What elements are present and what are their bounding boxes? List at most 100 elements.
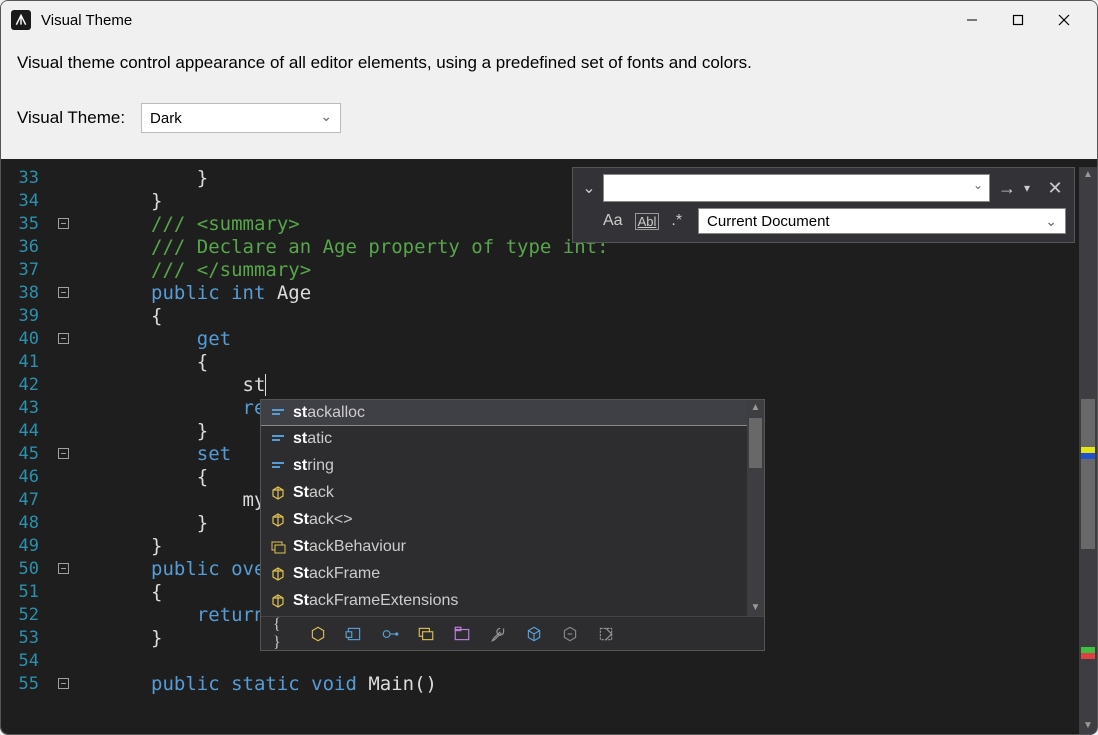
maximize-button[interactable] [995, 5, 1041, 35]
fold-toggle-icon[interactable] [58, 448, 69, 459]
regex-toggle[interactable]: .* [671, 212, 682, 230]
intellisense-item-label: stackalloc [293, 404, 365, 422]
keyword-icon [270, 405, 286, 421]
intellisense-popup: stackalloc staticstringStackStack<>StackB… [260, 399, 765, 651]
app-icon [11, 10, 31, 30]
intellisense-item[interactable]: string [261, 452, 764, 479]
code-line[interactable]: 55public static void Main() [1, 673, 1097, 696]
code-text[interactable]: { [151, 581, 162, 604]
editor-scroll-thumb[interactable] [1081, 399, 1095, 549]
scroll-up-arrow-icon[interactable]: ▲ [1079, 167, 1097, 183]
code-text[interactable]: { [151, 305, 162, 328]
line-number: 48 [1, 512, 43, 535]
search-scope-select[interactable]: Current Document [698, 208, 1066, 234]
code-text[interactable]: /// Declare an Age property of type int: [151, 236, 609, 259]
code-text[interactable]: ret [151, 397, 277, 420]
intellisense-item[interactable]: StackFrameExtensions [261, 587, 764, 614]
code-line[interactable]: 54 [1, 650, 1097, 673]
filter-interface-icon[interactable] [381, 625, 399, 643]
code-editor[interactable]: 33 }34}35/// <summary>36/// Declare an A… [1, 159, 1097, 734]
intellisense-item[interactable]: Stack<> [261, 506, 764, 533]
window-controls [949, 5, 1087, 35]
code-text[interactable]: st [151, 374, 266, 397]
code-text[interactable]: } [151, 167, 208, 190]
code-line[interactable]: 40 get [1, 328, 1097, 351]
line-number: 53 [1, 627, 43, 650]
code-text[interactable]: { [151, 466, 208, 489]
scroll-up-arrow-icon[interactable]: ▲ [747, 400, 764, 416]
whole-word-toggle[interactable]: Abl [635, 213, 660, 230]
filter-enum-icon[interactable] [417, 625, 435, 643]
filter-class-icon[interactable] [309, 625, 327, 643]
keyword-icon [270, 458, 286, 474]
editor-scrollbar[interactable]: ▲ ▼ [1079, 167, 1097, 734]
line-number: 37 [1, 259, 43, 282]
code-line[interactable]: 38public int Age [1, 282, 1097, 305]
code-text[interactable]: public over [151, 558, 277, 581]
intellisense-item[interactable]: static [261, 425, 764, 452]
line-number: 49 [1, 535, 43, 558]
minimize-button[interactable] [949, 5, 995, 35]
code-line[interactable]: 41 { [1, 351, 1097, 374]
filter-method-icon[interactable] [561, 625, 579, 643]
code-text[interactable]: set [151, 443, 231, 466]
code-text[interactable]: } [151, 535, 162, 558]
code-text[interactable]: return [151, 604, 265, 627]
code-text[interactable]: } [151, 190, 162, 213]
code-text[interactable]: myA [151, 489, 277, 512]
fold-gutter[interactable] [51, 213, 75, 229]
fold-gutter[interactable] [51, 328, 75, 344]
line-number: 36 [1, 236, 43, 259]
filter-snippet-icon[interactable] [597, 625, 615, 643]
code-text[interactable]: public int Age [151, 282, 311, 305]
find-next-mode-dropdown[interactable]: ▾ [1024, 181, 1038, 195]
fold-toggle-icon[interactable] [58, 218, 69, 229]
fold-toggle-icon[interactable] [58, 563, 69, 574]
intellisense-item[interactable]: StackBehaviour [261, 533, 764, 560]
code-text[interactable]: /// </summary> [151, 259, 311, 282]
intellisense-scroll-thumb[interactable] [749, 418, 762, 468]
window-title: Visual Theme [41, 12, 132, 29]
fold-gutter[interactable] [51, 558, 75, 574]
theme-select-value: Dark [150, 110, 182, 127]
scroll-down-arrow-icon[interactable]: ▼ [747, 600, 764, 616]
keyword-icon [270, 431, 286, 447]
theme-label: Visual Theme: [17, 108, 125, 128]
line-number: 39 [1, 305, 43, 328]
intellisense-list[interactable]: stackalloc staticstringStackStack<>StackB… [261, 400, 764, 616]
fold-toggle-icon[interactable] [58, 678, 69, 689]
close-button[interactable] [1041, 5, 1087, 35]
intellisense-item-label: StackFrameExtensions [293, 592, 458, 610]
code-text[interactable]: { [151, 351, 208, 374]
code-line[interactable]: 42 st [1, 374, 1097, 397]
scroll-down-arrow-icon[interactable]: ▼ [1079, 718, 1097, 734]
find-input[interactable]: ⌄ [603, 174, 990, 202]
fold-gutter[interactable] [51, 673, 75, 689]
code-text[interactable]: } [151, 420, 208, 443]
filter-wrench-icon[interactable] [489, 625, 507, 643]
code-text[interactable]: /// <summary> [151, 213, 300, 236]
code-text[interactable]: } [151, 512, 208, 535]
fold-gutter[interactable] [51, 282, 75, 298]
find-expand-toggle[interactable]: ⌄ [581, 178, 597, 198]
filter-braces-icon[interactable]: { } [273, 625, 291, 643]
code-text[interactable]: public static void Main() [151, 673, 437, 696]
fold-gutter[interactable] [51, 443, 75, 459]
find-next-button[interactable]: → [996, 178, 1018, 199]
fold-toggle-icon[interactable] [58, 333, 69, 344]
code-line[interactable]: 39 { [1, 305, 1097, 328]
code-text[interactable]: } [151, 627, 162, 650]
find-close-button[interactable]: ✕ [1044, 178, 1066, 199]
fold-toggle-icon[interactable] [58, 287, 69, 298]
intellisense-scrollbar[interactable]: ▲ ▼ [747, 400, 764, 616]
filter-cube-icon[interactable] [525, 625, 543, 643]
code-line[interactable]: 37 /// </summary> [1, 259, 1097, 282]
intellisense-item[interactable]: StackFrame [261, 560, 764, 587]
filter-struct-icon[interactable] [345, 625, 363, 643]
match-case-toggle[interactable]: Aa [603, 212, 623, 230]
filter-namespace-icon[interactable] [453, 625, 471, 643]
intellisense-item[interactable]: Stack [261, 479, 764, 506]
intellisense-item[interactable]: stackalloc [261, 400, 764, 426]
theme-select[interactable]: Dark [141, 103, 341, 133]
code-text[interactable]: get [151, 328, 231, 351]
